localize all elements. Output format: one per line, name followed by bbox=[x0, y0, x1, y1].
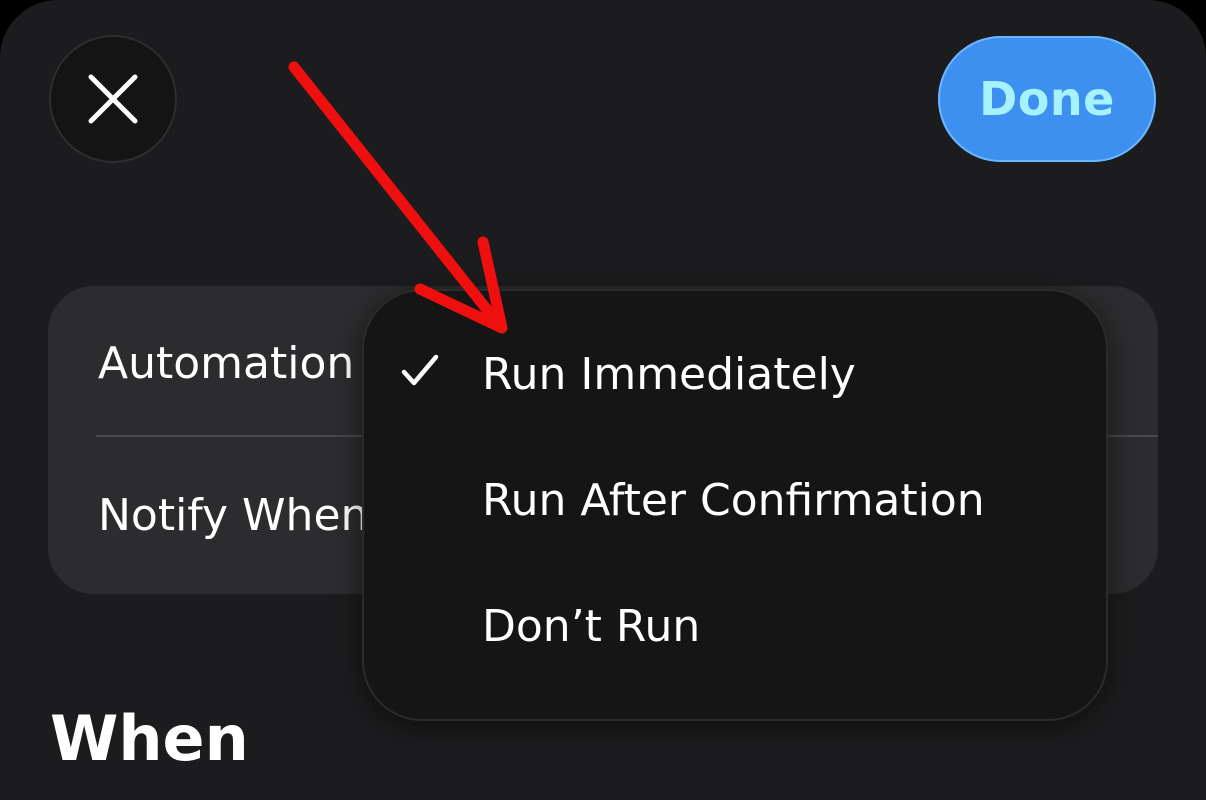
menu-item-run-after-confirmation[interactable]: Run After Confirmation bbox=[362, 443, 1108, 563]
checkmark-icon bbox=[401, 354, 439, 386]
close-button[interactable] bbox=[49, 35, 177, 163]
close-icon bbox=[88, 74, 138, 124]
done-button[interactable]: Done bbox=[938, 36, 1156, 162]
sheet: Done Automation Notify When When Run Imm… bbox=[0, 0, 1206, 800]
menu-item-label: Don’t Run bbox=[482, 601, 701, 652]
automation-row-label[interactable]: Automation bbox=[98, 338, 354, 389]
menu-item-label: Run After Confirmation bbox=[482, 475, 985, 526]
section-header-when: When bbox=[50, 702, 249, 775]
menu-item-dont-run[interactable]: Don’t Run bbox=[362, 569, 1108, 689]
menu-item-label: Run Immediately bbox=[482, 349, 856, 400]
notify-when-row-label[interactable]: Notify When bbox=[98, 490, 368, 541]
menu-item-run-immediately[interactable]: Run Immediately bbox=[362, 317, 1108, 437]
automation-options-menu: Run Immediately Run After Confirmation D… bbox=[362, 289, 1108, 721]
